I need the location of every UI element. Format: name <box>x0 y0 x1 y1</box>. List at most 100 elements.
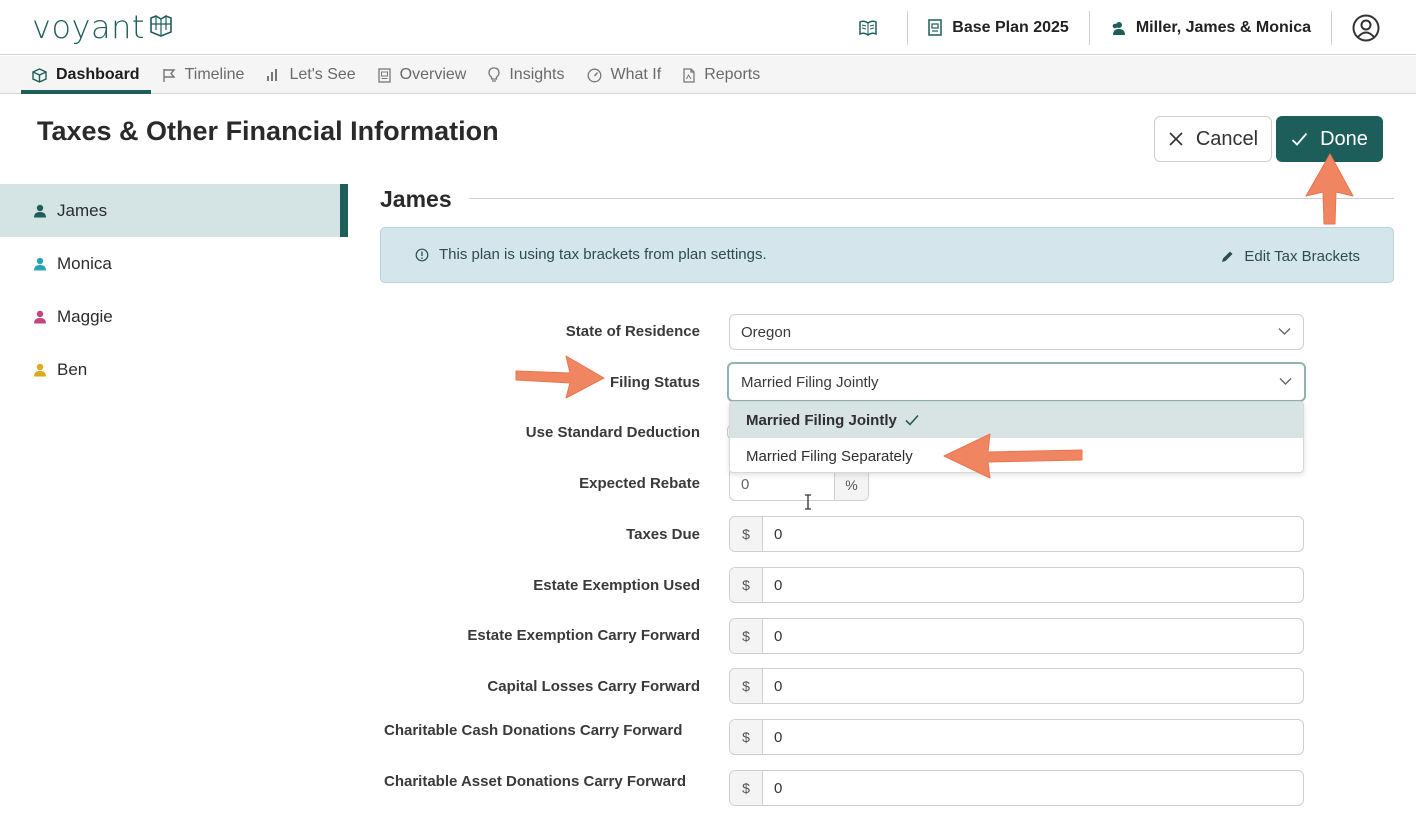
client-selector[interactable]: Miller, James & Monica <box>1088 10 1331 45</box>
guide-book-button[interactable] <box>839 11 907 45</box>
currency-prefix: $ <box>730 771 763 805</box>
text-cursor-icon <box>805 494 811 510</box>
page-title: Taxes & Other Financial Information <box>37 116 499 146</box>
client-name: Miller, James & Monica <box>1135 18 1311 36</box>
field-value: 0 <box>774 525 783 543</box>
clients-icon <box>1112 21 1125 35</box>
done-label: Done <box>1320 127 1368 150</box>
tab-label: Let's See <box>289 66 356 83</box>
taxes-due-input[interactable]: $ 0 <box>729 516 1304 552</box>
gauge-icon <box>587 68 601 82</box>
estate-exemption-carry-forward-label: Estate Exemption Carry Forward <box>467 627 700 644</box>
tab-label: Reports <box>704 66 761 83</box>
section-divider <box>469 198 1394 199</box>
person-icon <box>34 363 46 376</box>
taxes-due-label: Taxes Due <box>626 526 700 543</box>
checkmark-icon <box>905 414 919 426</box>
voyant-logo[interactable]: voyant <box>32 8 173 46</box>
person-item-ben[interactable]: Ben <box>0 343 348 396</box>
tab-lets-see[interactable]: Let's See <box>255 56 366 94</box>
lightbulb-icon <box>488 67 501 82</box>
person-item-james[interactable]: James <box>0 184 348 237</box>
edit-tax-brackets-link[interactable]: Edit Tax Brackets <box>1221 248 1360 265</box>
info-message: This plan is using tax brackets from pla… <box>439 246 767 263</box>
box-icon <box>32 67 47 83</box>
flag-icon <box>162 68 176 82</box>
field-value: 0 <box>774 677 783 695</box>
currency-prefix: $ <box>730 517 763 551</box>
tab-label: Insights <box>509 66 565 83</box>
tab-overview[interactable]: Overview <box>367 56 478 94</box>
plan-document-icon <box>928 19 943 36</box>
user-circle-icon <box>1352 14 1380 41</box>
info-icon <box>415 248 429 261</box>
document-icon <box>378 67 391 83</box>
person-list: James Monica Maggie Ben <box>0 184 348 396</box>
plan-selector[interactable]: Base Plan 2025 <box>907 10 1089 45</box>
expected-rebate-label: Expected Rebate <box>579 475 700 492</box>
capital-losses-carry-forward-label: Capital Losses Carry Forward <box>487 678 700 695</box>
person-item-monica[interactable]: Monica <box>0 237 348 290</box>
chevron-down-icon <box>1279 378 1292 385</box>
estate-exemption-used-input[interactable]: $ 0 <box>729 567 1304 603</box>
tab-reports[interactable]: Reports <box>672 56 771 94</box>
person-item-maggie[interactable]: Maggie <box>0 290 348 343</box>
annotation-arrow-separately-icon <box>943 433 1083 479</box>
tab-label: Dashboard <box>56 66 140 83</box>
chevron-down-icon <box>1278 328 1291 335</box>
edit-link-label: Edit Tax Brackets <box>1244 248 1360 265</box>
section-title: James <box>380 186 452 212</box>
logo-text: voyant <box>32 8 145 46</box>
tab-dashboard[interactable]: Dashboard <box>21 56 151 94</box>
book-icon <box>859 19 878 36</box>
field-value: 0 <box>774 576 783 594</box>
state-of-residence-select[interactable]: Oregon <box>729 314 1304 350</box>
annotation-arrow-filing-status-icon <box>515 355 605 399</box>
tab-timeline[interactable]: Timeline <box>151 56 256 94</box>
charitable-cash-carry-forward-label: Charitable Cash Donations Carry Forward <box>384 722 683 739</box>
currency-prefix: $ <box>730 619 763 653</box>
tab-label: What If <box>610 66 662 83</box>
field-value: 0 <box>774 627 783 645</box>
user-account-button[interactable] <box>1331 10 1416 45</box>
person-icon <box>34 257 46 270</box>
checkmark-icon <box>1291 132 1308 146</box>
filing-status-label: Filing Status <box>610 374 700 391</box>
tab-label: Timeline <box>184 66 245 83</box>
use-standard-deduction-label: Use Standard Deduction <box>525 424 700 441</box>
person-icon <box>34 204 46 217</box>
tab-insights[interactable]: Insights <box>477 56 575 94</box>
top-bar: voyant Base Plan 2025 Miller, James & Mo… <box>0 0 1416 55</box>
state-of-residence-label: State of Residence <box>565 323 700 340</box>
main-nav: Dashboard Timeline Let's See Overview In… <box>0 56 1416 94</box>
filing-status-value: Married Filing Jointly <box>741 373 879 391</box>
person-name: Monica <box>57 253 112 273</box>
currency-prefix: $ <box>730 568 763 602</box>
info-banner: This plan is using tax brackets from pla… <box>380 227 1394 283</box>
report-icon <box>683 67 695 83</box>
logo-mark-icon <box>149 14 173 42</box>
estate-exemption-carry-forward-input[interactable]: $ 0 <box>729 618 1304 654</box>
capital-losses-carry-forward-input[interactable]: $ 0 <box>729 668 1304 704</box>
annotation-arrow-done-icon <box>1305 153 1354 225</box>
person-icon <box>34 310 46 323</box>
tab-what-if[interactable]: What If <box>576 56 673 94</box>
charitable-cash-carry-forward-input[interactable]: $ 0 <box>729 719 1304 755</box>
cancel-button[interactable]: Cancel <box>1154 116 1272 162</box>
option-label: Married Filing Jointly <box>746 411 897 429</box>
person-name: Ben <box>57 359 88 379</box>
bar-chart-icon <box>267 69 278 81</box>
cancel-label: Cancel <box>1195 127 1259 150</box>
state-value: Oregon <box>741 323 792 341</box>
option-label: Married Filing Separately <box>746 447 913 465</box>
estate-exemption-used-label: Estate Exemption Used <box>533 577 700 594</box>
charitable-asset-carry-forward-label: Charitable Asset Donations Carry Forward <box>384 773 687 790</box>
filing-status-select[interactable]: Married Filing Jointly <box>727 362 1306 402</box>
currency-prefix: $ <box>730 669 763 703</box>
close-icon <box>1169 132 1183 146</box>
charitable-asset-carry-forward-input[interactable]: $ 0 <box>729 770 1304 806</box>
pencil-icon <box>1222 251 1233 262</box>
tab-label: Overview <box>399 66 467 83</box>
currency-prefix: $ <box>730 720 763 754</box>
plan-name: Base Plan 2025 <box>952 18 1069 36</box>
